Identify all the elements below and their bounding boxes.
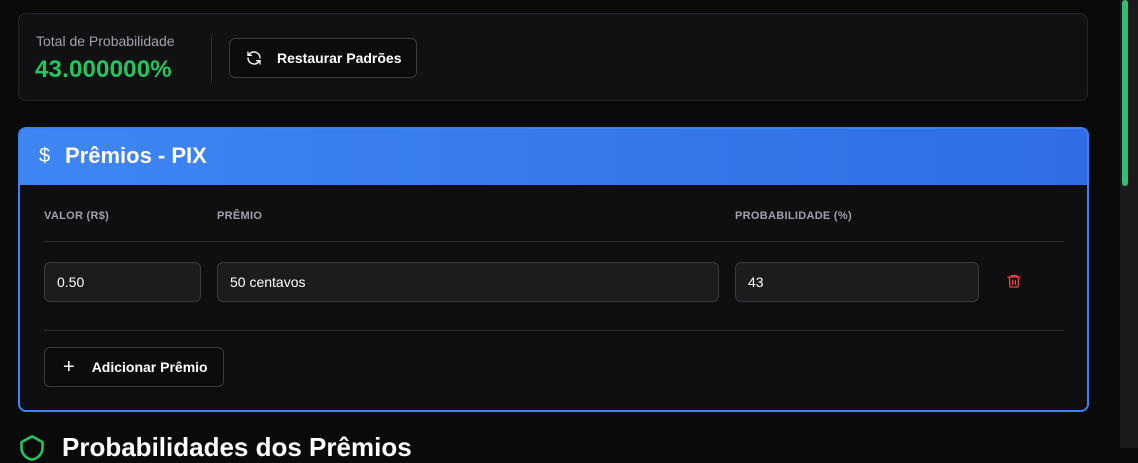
prizes-pix-card: $ Prêmios - PIX VALOR (R$) PRÊMIO PROBAB… (18, 127, 1089, 412)
trash-icon[interactable] (1006, 272, 1022, 290)
prizes-card-title: Prêmios - PIX (65, 143, 207, 168)
column-header-premio: PRÊMIO (217, 210, 263, 222)
scrollbar[interactable] (1120, 0, 1138, 448)
prize-probability-input[interactable] (735, 262, 979, 302)
divider (211, 34, 212, 82)
total-probability-value: 43.000000% (35, 56, 172, 83)
prize-name-input[interactable] (217, 262, 719, 302)
scrollbar-thumb[interactable] (1122, 0, 1128, 186)
table-divider (44, 241, 1064, 242)
prize-value-input[interactable] (44, 262, 201, 302)
prizes-card-header: $ Prêmios - PIX (20, 129, 1087, 185)
refresh-icon (247, 51, 261, 65)
add-prize-button[interactable]: + Adicionar Prêmio (44, 347, 224, 387)
restore-defaults-button[interactable]: Restaurar Padrões (229, 38, 417, 78)
column-header-valor: VALOR (R$) (44, 210, 110, 222)
add-prize-label: Adicionar Prêmio (91, 359, 208, 375)
table-divider (44, 330, 1064, 331)
probability-summary-card: Total de Probabilidade 43.000000% Restau… (18, 13, 1088, 101)
restore-defaults-label: Restaurar Padrões (277, 50, 402, 66)
plus-icon: + (63, 356, 75, 378)
column-header-probabilidade: PROBABILIDADE (%) (735, 210, 852, 222)
total-probability-label: Total de Probabilidade (36, 33, 175, 49)
dollar-icon: $ (39, 145, 51, 167)
